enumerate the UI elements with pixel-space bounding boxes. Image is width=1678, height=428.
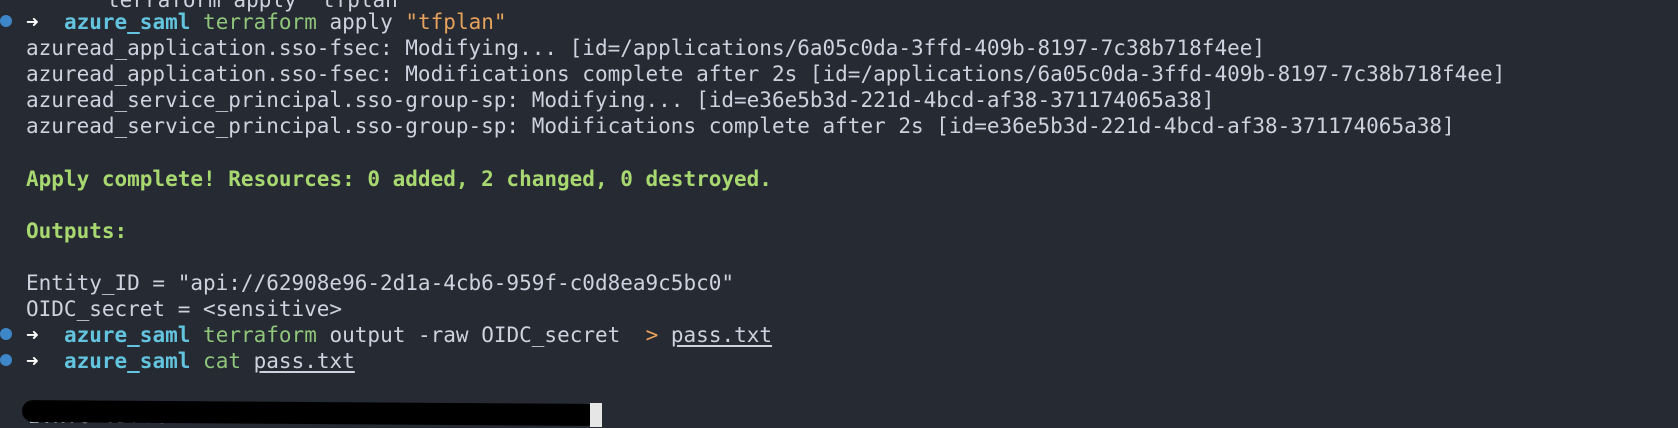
command-name: cat: [203, 349, 241, 373]
prompt-arrow-icon: ➜: [26, 323, 39, 347]
output-entity-id: Entity_ID = "api://62908e96-2d1a-4cb6-95…: [26, 271, 735, 295]
prompt-line-cat: ➜ azure_saml cat pass.txt: [26, 347, 355, 375]
log-line: azuread_application.sso-fsec: Modifying.…: [26, 36, 1266, 60]
command-name: terraform: [203, 10, 317, 34]
prompt-line-apply: ➜ azure_saml terraform apply "tfplan": [26, 8, 507, 36]
terminal-window[interactable]: terraform apply "tfplan" ➜ azure_saml te…: [0, 0, 1678, 428]
prompt-arrow-icon: ➜: [26, 10, 39, 34]
command-string-arg: "tfplan": [405, 10, 507, 34]
apply-complete-message: Apply complete! Resources: 0 added, 2 ch…: [26, 167, 772, 191]
log-line: azuread_service_principal.sso-group-sp: …: [26, 114, 1455, 138]
redirect-operator: >: [645, 323, 659, 347]
prompt-status-dot: [0, 15, 12, 27]
prompt-directory: azure_saml: [63, 323, 191, 347]
prompt-line-output: ➜ azure_saml terraform output -raw OIDC_…: [26, 321, 772, 349]
prompt-status-dot: [0, 328, 12, 340]
prompt-directory: azure_saml: [63, 349, 191, 373]
command-args: apply: [329, 10, 393, 34]
file-path: pass.txt: [253, 349, 355, 373]
command-name: terraform: [203, 323, 317, 347]
log-line: azuread_application.sso-fsec: Modificati…: [26, 62, 1506, 86]
prompt-arrow-icon: ➜: [26, 349, 39, 373]
output-oidc-secret: OIDC_secret = <sensitive>: [26, 297, 343, 321]
command-args: output -raw OIDC_secret: [329, 323, 646, 347]
file-path: pass.txt: [670, 323, 773, 347]
outputs-header: Outputs:: [26, 219, 128, 243]
prompt-directory: azure_saml: [63, 10, 191, 34]
redaction-scribble: [21, 399, 598, 427]
terminal-cursor: [590, 403, 602, 427]
prompt-status-dot: [0, 354, 12, 366]
log-line: azuread_service_principal.sso-group-sp: …: [26, 88, 1215, 112]
